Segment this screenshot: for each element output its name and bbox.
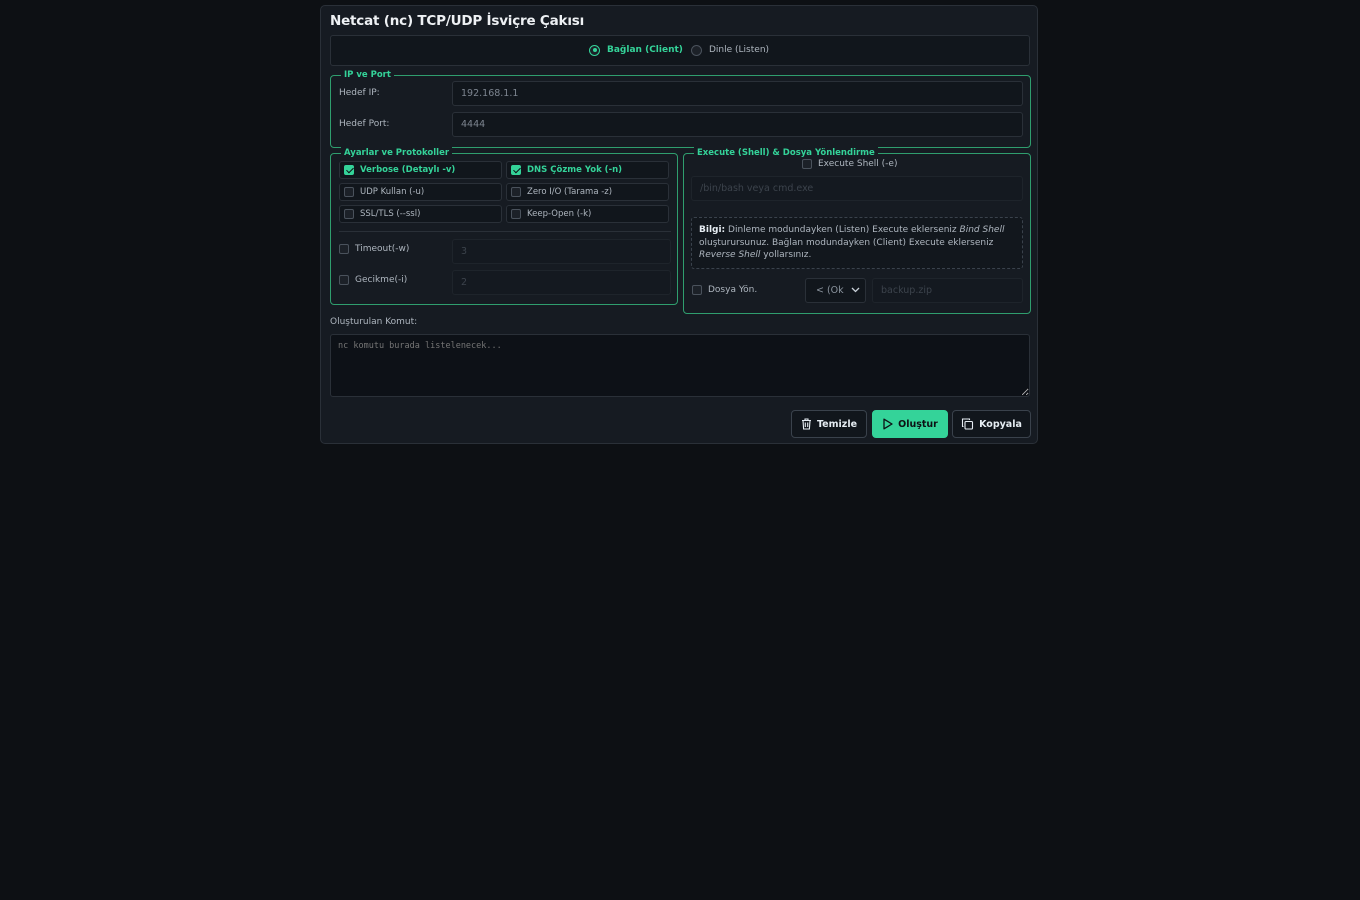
copy-icon	[962, 418, 974, 430]
file-path-input[interactable]: backup.zip	[872, 278, 1023, 303]
checkbox-checked-icon	[511, 165, 521, 175]
info-box: Bilgi: Dinleme modundayken (Listen) Exec…	[691, 217, 1023, 269]
info-text-2: oluşturursunuz. Bağlan modundayken (Clie…	[699, 237, 994, 248]
generate-button-label: Oluştur	[898, 418, 938, 430]
command-output[interactable]	[330, 334, 1030, 397]
delay-label: Gecikme(-i)	[355, 275, 408, 285]
option-verbose-label: Verbose (Detaylı -v)	[360, 165, 456, 175]
chevron-down-icon	[851, 287, 860, 293]
target-ip-label: Hedef IP:	[339, 88, 380, 98]
option-ssl[interactable]: SSL/TLS (--ssl)	[339, 205, 502, 223]
delay-toggle[interactable]: Gecikme(-i)	[339, 275, 407, 285]
mode-selector: Bağlan (Client) Dinle (Listen)	[330, 35, 1030, 66]
exec-legend: Execute (Shell) & Dosya Yönlendirme	[694, 147, 878, 159]
file-redirect-label: Dosya Yön.	[708, 285, 758, 295]
ip-port-group: IP ve Port Hedef IP: 192.168.1.1 Hedef P…	[330, 69, 1031, 148]
mode-listen-label: Dinle (Listen)	[709, 45, 770, 55]
checkbox-icon	[344, 209, 354, 219]
checkbox-icon	[339, 275, 349, 285]
target-port-input[interactable]: 4444	[452, 112, 1023, 137]
checkbox-icon	[511, 187, 521, 197]
option-udp-label: UDP Kullan (-u)	[360, 187, 425, 197]
settings-group: Ayarlar ve Protokoller Verbose (Detaylı …	[330, 147, 678, 305]
settings-legend: Ayarlar ve Protokoller	[341, 147, 453, 159]
info-text-3: yollarsınız.	[763, 250, 812, 260]
copy-button[interactable]: Kopyala	[952, 410, 1031, 438]
info-bind-shell: Bind Shell	[959, 225, 1005, 235]
generate-button[interactable]: Oluştur	[872, 410, 948, 438]
target-port-label: Hedef Port:	[339, 119, 390, 129]
option-no-dns-label: DNS Çözme Yok (-n)	[527, 165, 623, 175]
info-text-1: Dinleme modundayken (Listen) Execute ekl…	[728, 225, 957, 235]
mode-client-radio[interactable]: Bağlan (Client)	[589, 42, 683, 58]
info-reverse-shell: Reverse Shell	[699, 250, 761, 260]
command-label: Oluşturulan Komut:	[330, 317, 418, 327]
radio-unselected-icon	[691, 44, 702, 56]
clear-button[interactable]: Temizle	[791, 410, 867, 438]
file-redirect-toggle[interactable]: Dosya Yön.	[692, 285, 757, 295]
checkbox-icon	[511, 209, 521, 219]
execute-shell-toggle[interactable]: Execute Shell (-e)	[802, 159, 897, 169]
mode-client-label: Bağlan (Client)	[607, 45, 683, 55]
option-zero-io[interactable]: Zero I/O (Tarama -z)	[506, 183, 669, 201]
timeout-input[interactable]: 3	[452, 239, 671, 264]
option-ssl-label: SSL/TLS (--ssl)	[360, 209, 421, 219]
checkbox-icon	[802, 159, 812, 169]
copy-button-label: Kopyala	[979, 418, 1022, 430]
option-zero-io-label: Zero I/O (Tarama -z)	[527, 187, 613, 197]
checkbox-checked-icon	[344, 165, 354, 175]
file-direction-select[interactable]: < (Ok	[805, 278, 866, 303]
timeout-label: Timeout(-w)	[355, 244, 410, 254]
page-title: Netcat (nc) TCP/UDP İsviçre Çakısı	[330, 13, 585, 29]
timeout-toggle[interactable]: Timeout(-w)	[339, 244, 409, 254]
file-direction-value: < (Ok	[816, 285, 844, 296]
checkbox-icon	[344, 187, 354, 197]
radio-selected-icon	[589, 44, 600, 56]
execute-shell-label: Execute Shell (-e)	[818, 159, 898, 169]
option-keep-open[interactable]: Keep-Open (-k)	[506, 205, 669, 223]
option-verbose[interactable]: Verbose (Detaylı -v)	[339, 161, 502, 179]
execute-shell-input[interactable]: /bin/bash veya cmd.exe	[691, 176, 1023, 201]
mode-listen-radio[interactable]: Dinle (Listen)	[691, 42, 769, 58]
delay-input[interactable]: 2	[452, 270, 671, 295]
ip-port-legend: IP ve Port	[341, 69, 394, 81]
checkbox-icon	[339, 244, 349, 254]
info-title: Bilgi:	[699, 225, 726, 235]
play-icon	[883, 418, 893, 430]
option-no-dns[interactable]: DNS Çözme Yok (-n)	[506, 161, 669, 179]
exec-group: Execute (Shell) & Dosya Yönlendirme Exec…	[683, 147, 1031, 314]
target-ip-input[interactable]: 192.168.1.1	[452, 81, 1023, 106]
checkbox-icon	[692, 285, 702, 295]
trash-icon	[801, 418, 811, 430]
divider	[339, 231, 671, 232]
netcat-tool-card: Netcat (nc) TCP/UDP İsviçre Çakısı Bağla…	[320, 5, 1038, 444]
option-udp[interactable]: UDP Kullan (-u)	[339, 183, 502, 201]
option-keep-open-label: Keep-Open (-k)	[527, 209, 592, 219]
clear-button-label: Temizle	[816, 418, 858, 430]
